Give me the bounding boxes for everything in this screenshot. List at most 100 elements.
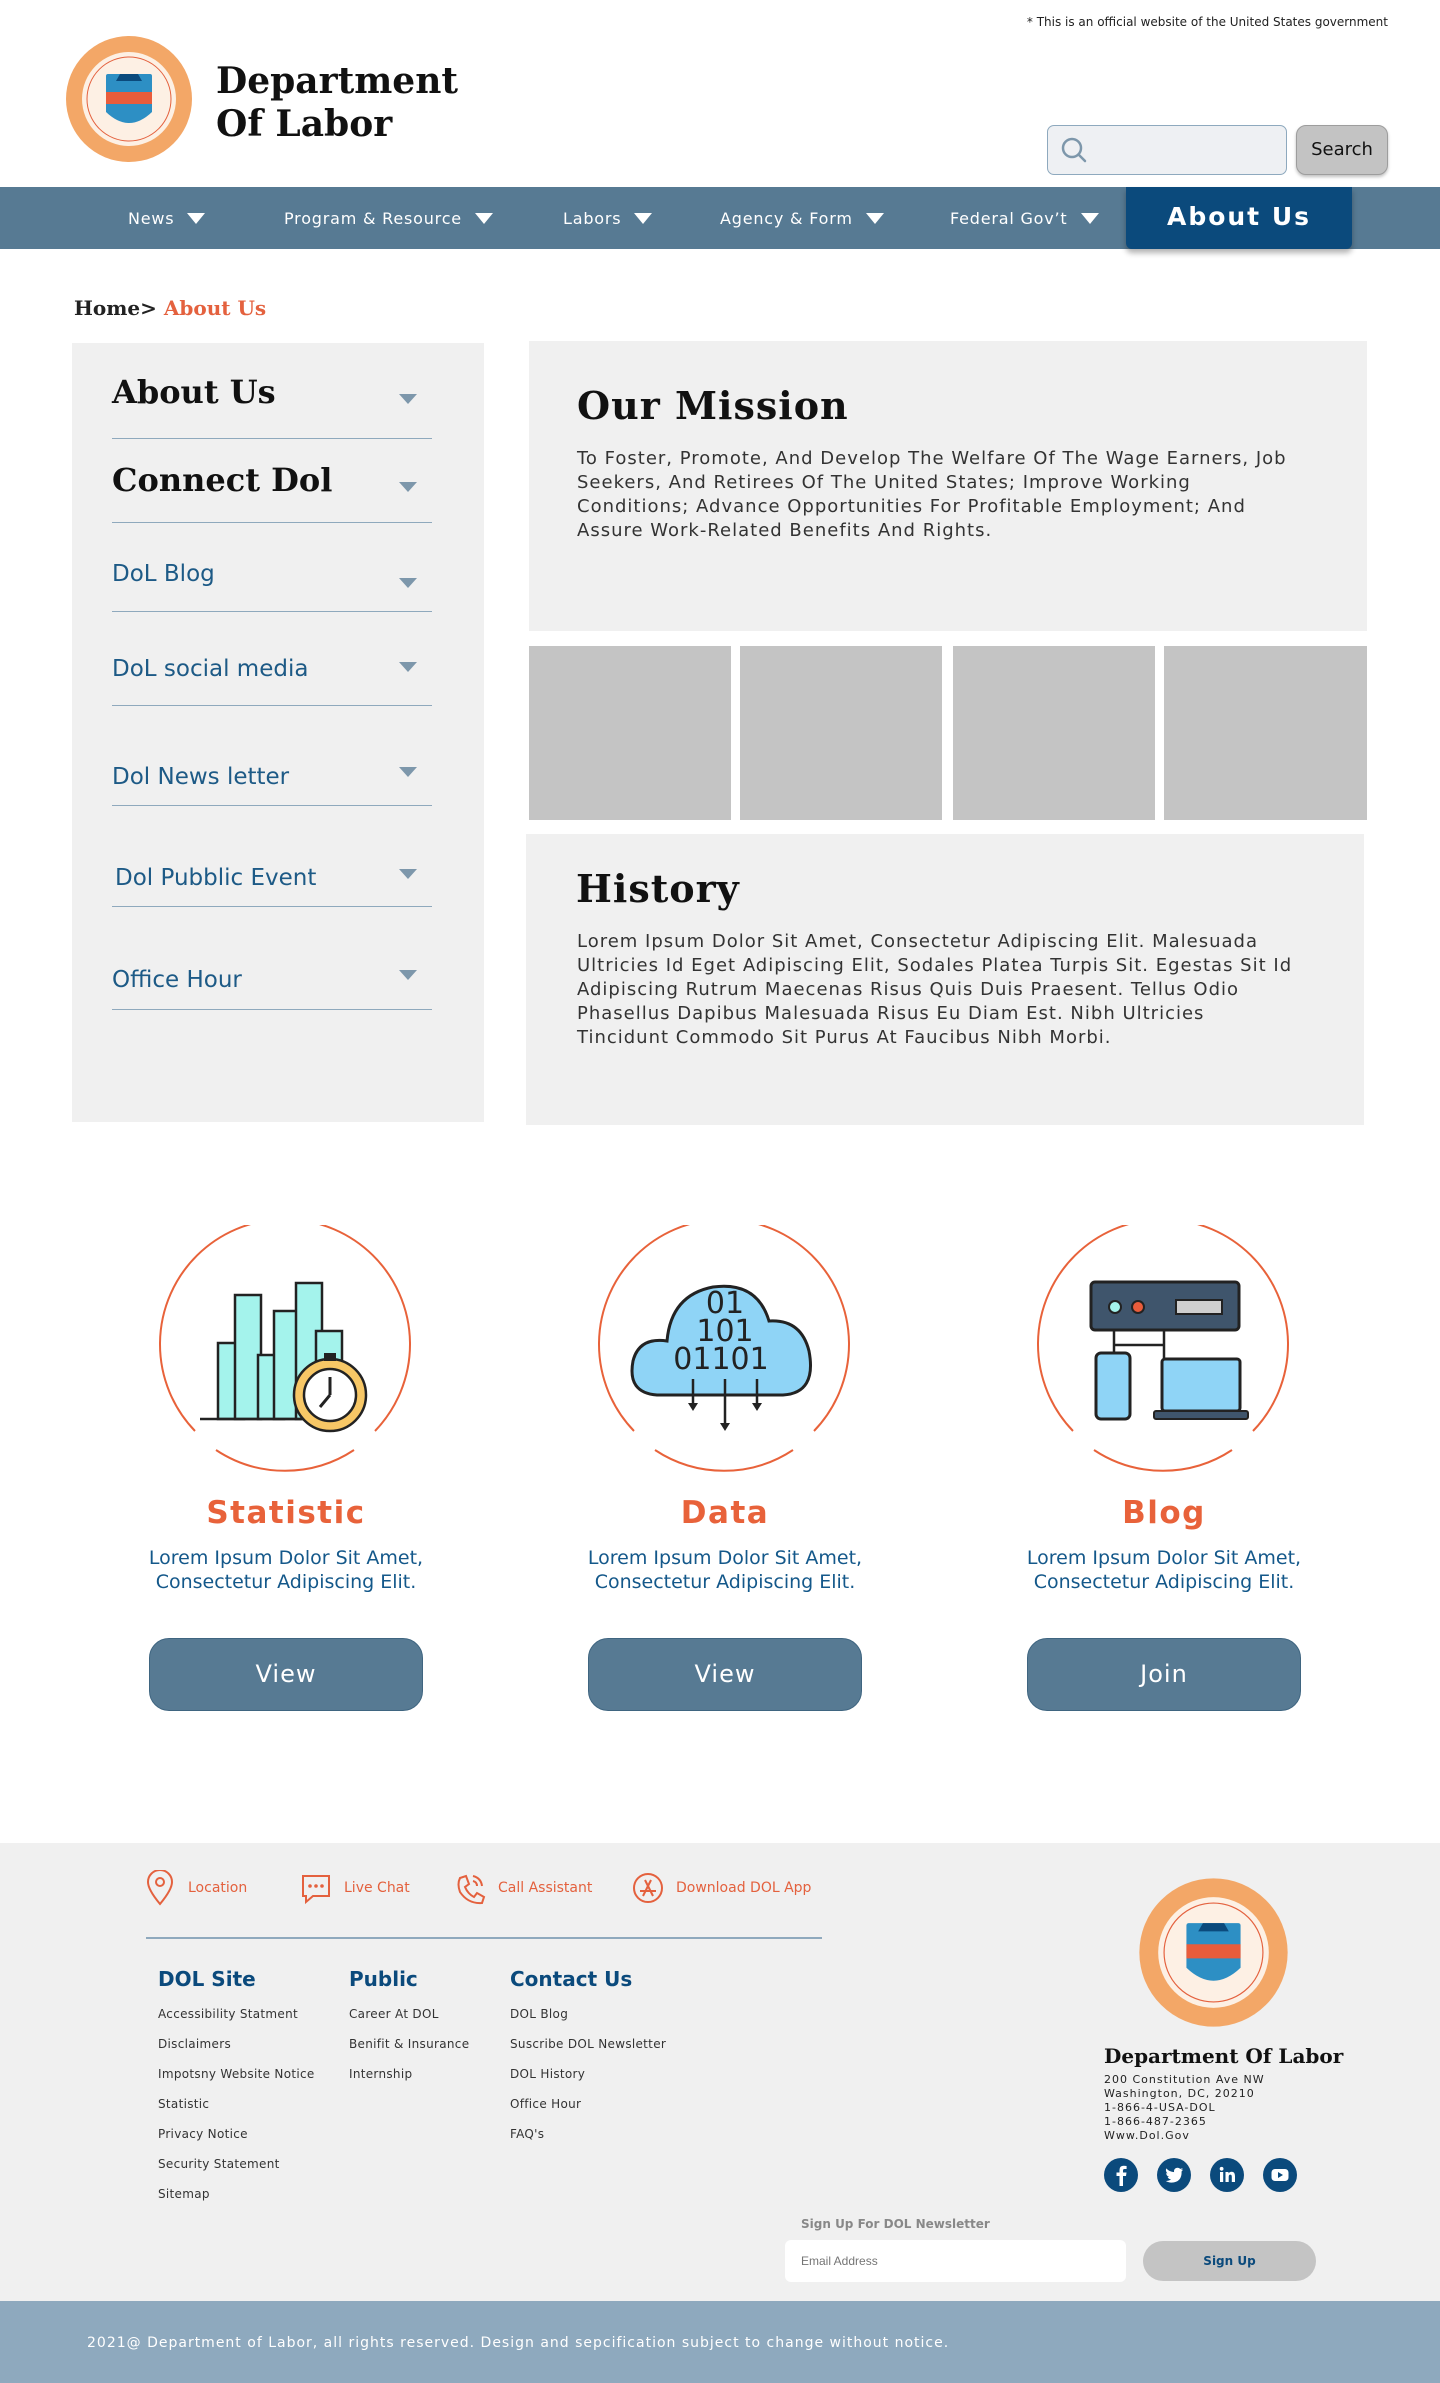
sidebar-item-dol-blog[interactable]: DoL Blog [112, 523, 432, 612]
nav-label: Federal Gov’t [950, 208, 1068, 228]
history-title: History [576, 866, 740, 911]
mission-text: To Foster, Promote, And Develop The Welf… [577, 448, 1287, 541]
feature-title-blog: Blog [1122, 1495, 1206, 1531]
footer-link[interactable]: Internship [349, 2067, 412, 2081]
footer-heading-contact-us: Contact Us [510, 1967, 633, 1991]
gallery-image[interactable] [953, 646, 1155, 820]
footer-link[interactable]: DOL Blog [510, 2007, 568, 2021]
nav-item-federal-gov[interactable]: Federal Gov’t [950, 187, 1100, 249]
data-view-button[interactable]: View [588, 1638, 862, 1711]
newsletter-signup-button[interactable]: Sign Up [1143, 2241, 1316, 2281]
sidebar-item-dol-pubblic-event[interactable]: Dol Pubblic Event [112, 806, 432, 907]
breadcrumb-home[interactable]: Home> [74, 296, 157, 320]
footer-link[interactable]: Statistic [158, 2097, 209, 2111]
chevron-down-icon [399, 970, 417, 980]
footer-link-download-app[interactable]: Download DOL App [632, 1870, 811, 1906]
gallery-image[interactable] [529, 646, 731, 820]
nav-label: Labors [563, 208, 622, 228]
breadcrumb: Home> About Us [74, 296, 266, 320]
footer-link-label: Live Chat [344, 1880, 410, 1896]
nav-item-agency-form[interactable]: Agency & Form [720, 187, 885, 249]
facebook-icon[interactable] [1104, 2158, 1138, 2192]
footer-link[interactable]: Security Statement [158, 2157, 280, 2171]
feature-desc-line: Lorem Ipsum Dolor Sit Amet, [1026, 1547, 1302, 1569]
footer-website[interactable]: Www.Dol.Gov [1104, 2129, 1190, 2142]
breadcrumb-current: About Us [163, 296, 267, 320]
sidebar-item-label: Connect Dol [112, 461, 333, 499]
newsletter-email-input[interactable] [785, 2240, 1126, 2282]
blog-join-button[interactable]: Join [1027, 1638, 1301, 1711]
gallery-image[interactable] [740, 646, 942, 820]
feature-desc-blog: Lorem Ipsum Dolor Sit Amet, Consectetur … [964, 1546, 1364, 1594]
statistic-view-button[interactable]: View [149, 1638, 423, 1711]
footer-link-call-assistant[interactable]: Call Assistant [454, 1870, 592, 1906]
feature-desc-statistic: Lorem Ipsum Dolor Sit Amet, Consectetur … [86, 1546, 486, 1594]
footer-link-live-chat[interactable]: Live Chat [300, 1870, 410, 1906]
nav-label: Program & Resource [284, 208, 462, 228]
footer-link[interactable]: Benifit & Insurance [349, 2037, 469, 2051]
gallery-image[interactable] [1164, 646, 1367, 820]
search-box[interactable] [1047, 125, 1287, 175]
phone-icon [457, 1874, 486, 1905]
dol-seal-logo[interactable] [64, 34, 194, 164]
sidebar-item-label: DoL Blog [112, 561, 215, 587]
nav-item-labors[interactable]: Labors [563, 187, 653, 249]
location-pin-icon [146, 1870, 174, 1906]
linkedin-icon[interactable] [1210, 2158, 1244, 2192]
footer-link[interactable]: Privacy Notice [158, 2127, 248, 2141]
feature-desc-line: Consectetur Adipiscing Elit. [155, 1571, 417, 1593]
feature-desc-line: Consectetur Adipiscing Elit. [594, 1571, 856, 1593]
footer-link[interactable]: Disclaimers [158, 2037, 231, 2051]
footer-link[interactable]: FAQ's [510, 2127, 544, 2141]
search-button[interactable]: Search [1296, 125, 1388, 175]
footer-link-label: Location [188, 1880, 248, 1896]
footer-link[interactable]: Accessibility Statment [158, 2007, 298, 2021]
footer-link[interactable]: Suscribe DOL Newsletter [510, 2037, 666, 2051]
footer-link[interactable]: Career At DOL [349, 2007, 439, 2021]
footer-address-line: Washington, DC, 20210 [1104, 2087, 1255, 2100]
sidebar-item-connect-dol[interactable]: Connect Dol [112, 439, 432, 523]
nav-item-news[interactable]: News [128, 187, 206, 249]
feature-title-statistic: Statistic [206, 1495, 366, 1531]
chat-bubble-icon [302, 1875, 330, 1905]
mission-panel: Our Mission To Foster, Promote, And Deve… [529, 341, 1367, 631]
search-input[interactable] [1098, 134, 1278, 166]
history-panel: History Lorem Ipsum Dolor Sit Amet, Cons… [526, 834, 1364, 1125]
history-text: Lorem Ipsum Dolor Sit Amet, Consectetur … [577, 931, 1293, 1048]
chevron-down-icon [187, 213, 206, 224]
statistic-icon [159, 1225, 411, 1472]
footer-link-location[interactable]: Location [144, 1870, 247, 1906]
sidebar-item-about-us[interactable]: About Us [112, 343, 432, 439]
binary-text: 01101 [673, 1342, 768, 1377]
sidebar-item-label: Dol News letter [112, 764, 290, 790]
sidebar-item-label: About Us [112, 373, 276, 411]
sidebar-item-label: DoL social media [112, 656, 309, 682]
footer-link[interactable]: Sitemap [158, 2187, 210, 2201]
chevron-down-icon [865, 213, 884, 224]
nav-item-about-us[interactable]: About Us [1126, 187, 1352, 249]
gov-notice: * This is an official website of the Uni… [1026, 15, 1388, 29]
newsletter-label: Sign Up For DOL Newsletter [801, 2217, 990, 2231]
feature-desc-data: Lorem Ipsum Dolor Sit Amet, Consectetur … [525, 1546, 925, 1594]
feature-desc-line: Lorem Ipsum Dolor Sit Amet, [587, 1547, 863, 1569]
nav-label: Agency & Form [720, 208, 853, 228]
chevron-down-icon [399, 767, 417, 777]
footer-link[interactable]: DOL History [510, 2067, 585, 2081]
footer-phone: 1-866-487-2365 [1104, 2115, 1207, 2128]
footer-link[interactable]: Office Hour [510, 2097, 581, 2111]
chevron-down-icon [399, 662, 417, 672]
sidebar-item-dol-news-letter[interactable]: Dol News letter [112, 706, 432, 806]
twitter-icon[interactable] [1157, 2158, 1191, 2192]
sidebar-item-dol-social-media[interactable]: DoL social media [112, 612, 432, 706]
nav-item-program-resource[interactable]: Program & Resource [284, 187, 494, 249]
search-icon [1061, 137, 1087, 163]
feature-desc-line: Lorem Ipsum Dolor Sit Amet, [148, 1547, 424, 1569]
footer-link[interactable]: Impotsny Website Notice [158, 2067, 315, 2081]
footer-heading-public: Public [349, 1967, 418, 1991]
youtube-icon[interactable] [1263, 2158, 1297, 2192]
chevron-down-icon [634, 213, 653, 224]
site-name[interactable]: Department Of Labor [216, 60, 458, 146]
copyright-text: 2021@ Department of Labor, all rights re… [87, 2335, 950, 2351]
chevron-down-icon [399, 482, 417, 492]
sidebar-item-office-hour[interactable]: Office Hour [112, 907, 432, 1010]
